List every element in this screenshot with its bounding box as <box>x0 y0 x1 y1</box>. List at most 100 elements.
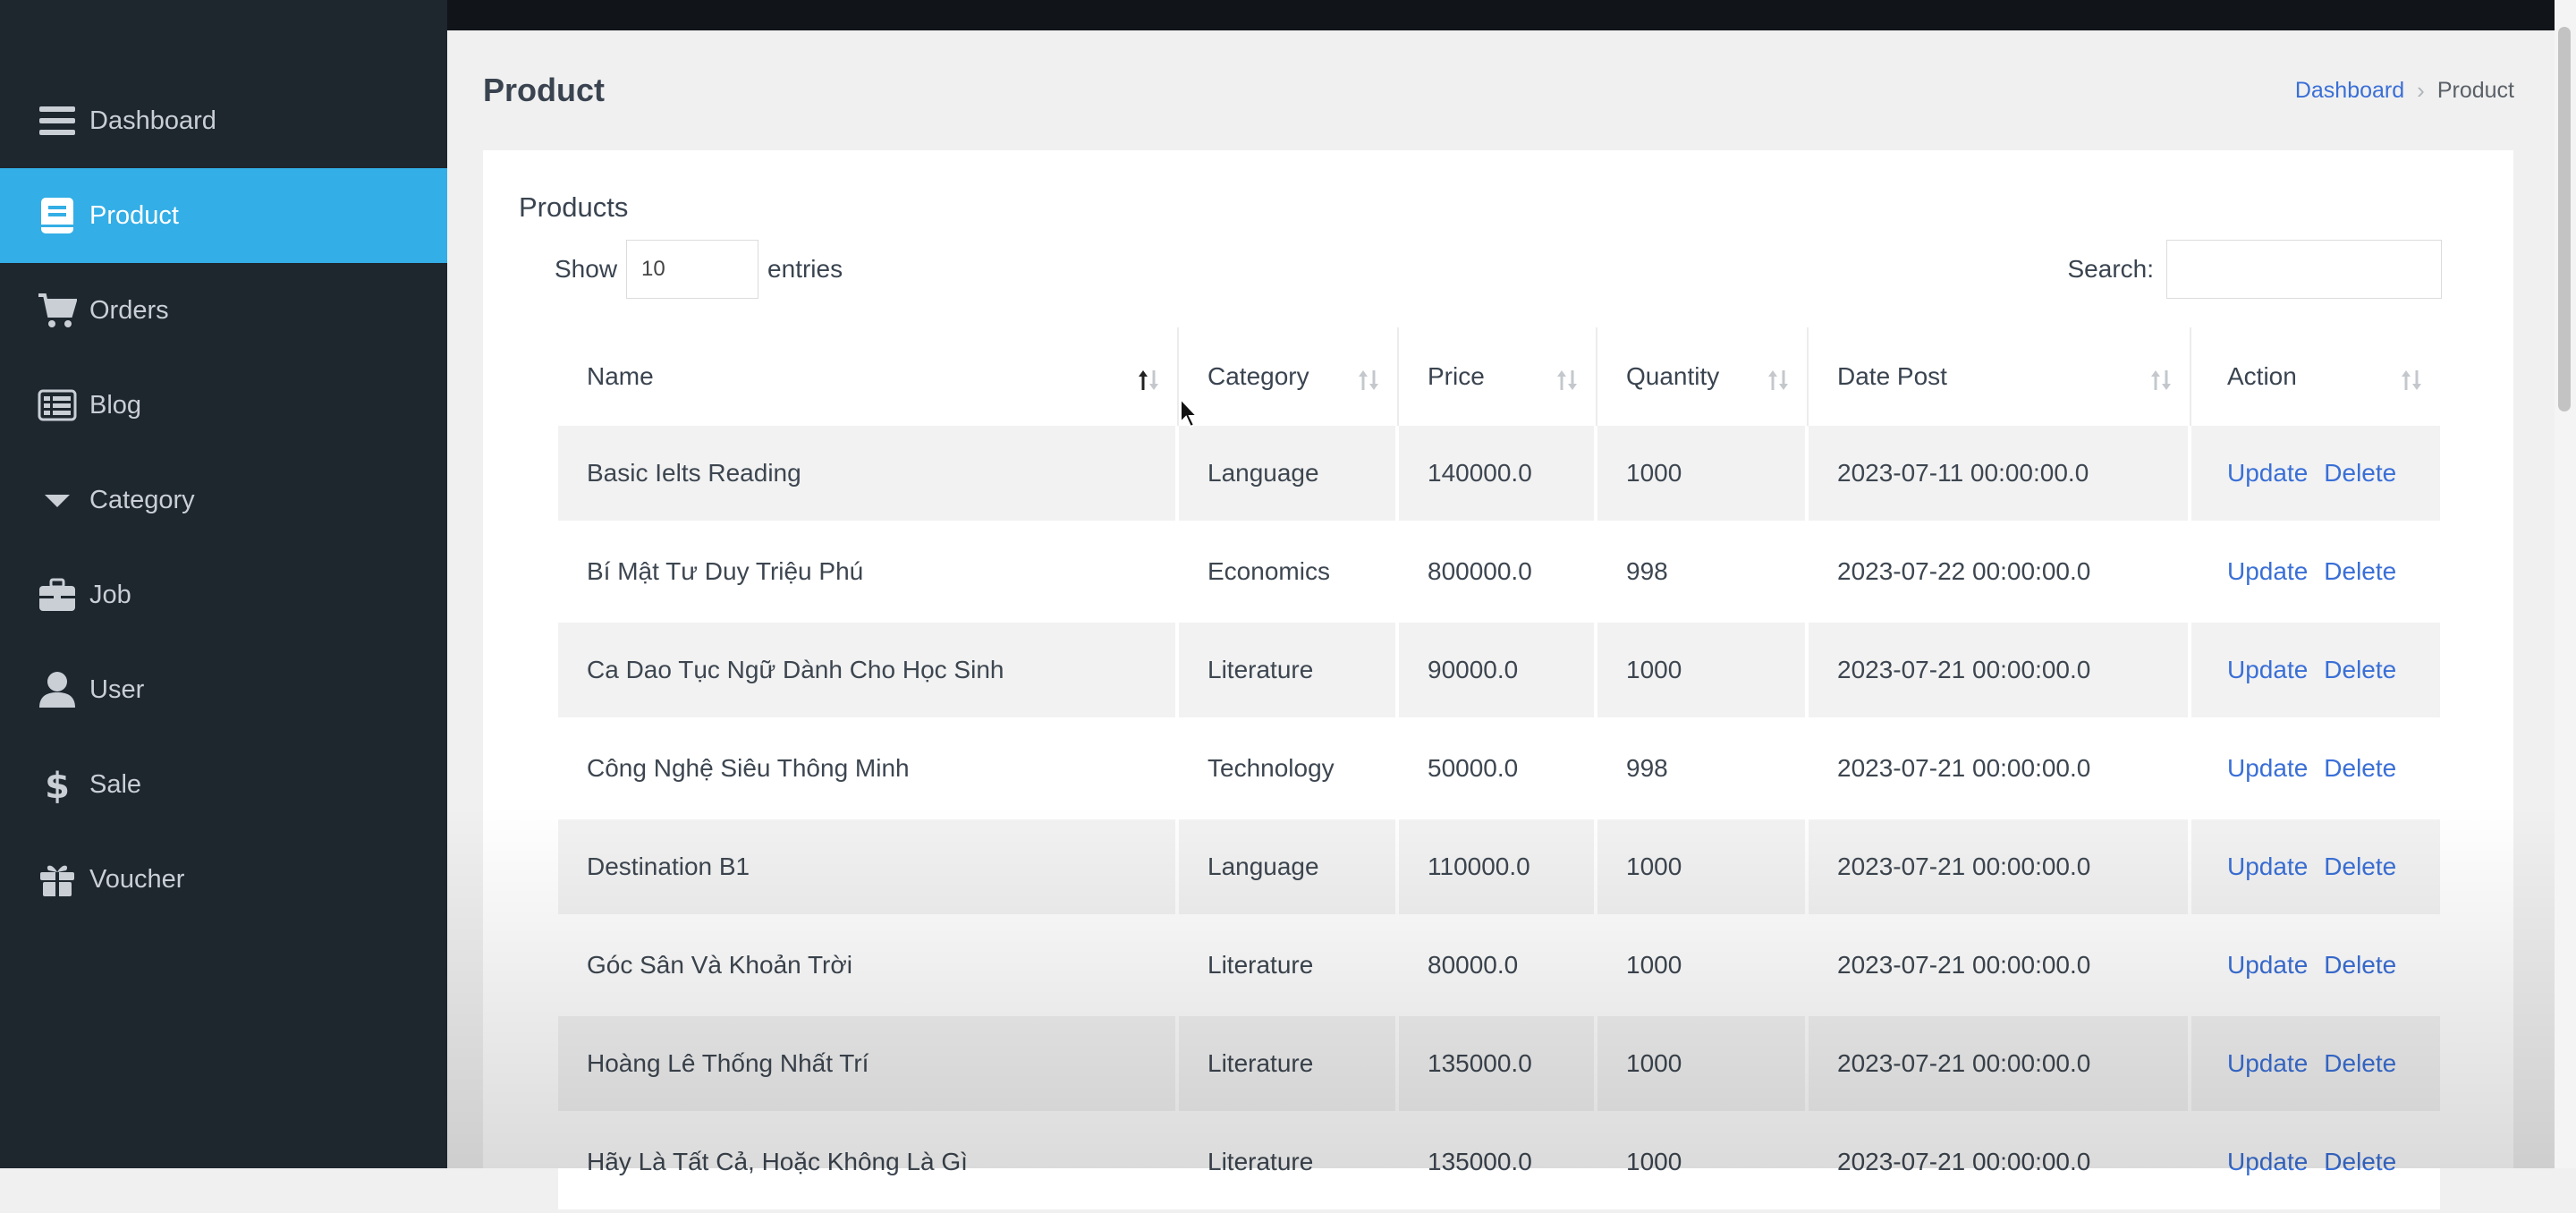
cell-name: Góc Sân Và Khoản Trời <box>558 918 1179 1013</box>
column-header-price[interactable]: Price <box>1399 327 1597 426</box>
table-row: Hoàng Lê Thống Nhất Trí Literature 135000.… <box>558 1016 2440 1115</box>
update-link[interactable]: Update <box>2227 459 2308 488</box>
sidebar-item-user[interactable]: User <box>0 642 447 737</box>
delete-link[interactable]: Delete <box>2324 1049 2396 1078</box>
cell-date-post: 2023-07-21 00:00:00.0 <box>1809 1016 2191 1111</box>
sidebar-item-orders[interactable]: Orders <box>0 263 447 358</box>
sidebar-item-label: Category <box>89 485 195 514</box>
products-card: Products Show 10 entries Search: Name Ca… <box>483 150 2513 1209</box>
entries-label: entries <box>767 255 843 283</box>
menu-icon <box>38 101 77 140</box>
cell-action: Update Delete <box>2191 721 2440 816</box>
column-header-name[interactable]: Name <box>558 327 1179 426</box>
table-body: Basic Ielts Reading Language 140000.0 1000 2… <box>558 426 2440 1213</box>
entries-length-control: Show 10 entries <box>555 240 843 299</box>
sort-ascending-icon <box>1139 370 1158 390</box>
sidebar-item-label: Blog <box>89 390 142 420</box>
delete-link[interactable]: Delete <box>2324 557 2396 586</box>
cell-name: Bí Mật Tư Duy Triệu Phú <box>558 524 1179 619</box>
cell-name: Hoàng Lê Thống Nhất Trí <box>558 1016 1179 1111</box>
delete-link[interactable]: Delete <box>2324 852 2396 881</box>
breadcrumb-dashboard-link[interactable]: Dashboard <box>2295 78 2404 104</box>
update-link[interactable]: Update <box>2227 1148 2308 1176</box>
table-row: Ca Dao Tục Ngữ Dành Cho Học Sinh Literatu… <box>558 623 2440 721</box>
cell-name: Destination B1 <box>558 819 1179 914</box>
cell-date-post: 2023-07-11 00:00:00.0 <box>1809 426 2191 521</box>
cell-name: Công Nghệ Siêu Thông Minh <box>558 721 1179 816</box>
sidebar-item-product[interactable]: Product <box>0 168 447 263</box>
cell-quantity: 998 <box>1597 524 1809 619</box>
cell-date-post: 2023-07-21 00:00:00.0 <box>1809 918 2191 1013</box>
chevron-right-icon: › <box>2417 77 2425 104</box>
sidebar-item-job[interactable]: Job <box>0 547 447 642</box>
update-link[interactable]: Update <box>2227 951 2308 980</box>
cart-icon <box>38 291 77 330</box>
cell-category: Technology <box>1179 721 1399 816</box>
cell-quantity: 998 <box>1597 721 1809 816</box>
cell-price: 135000.0 <box>1399 1115 1597 1209</box>
column-header-action[interactable]: Action <box>2191 327 2440 426</box>
sidebar-item-label: User <box>89 674 145 704</box>
cell-category: Language <box>1179 819 1399 914</box>
sidebar-item-voucher[interactable]: Voucher <box>0 832 447 927</box>
column-header-category[interactable]: Category <box>1179 327 1399 426</box>
sidebar: Dashboard Product Orders Blog Category J… <box>0 0 447 1168</box>
sort-icon <box>1768 370 1788 390</box>
cell-action: Update Delete <box>2191 918 2440 1013</box>
cell-price: 140000.0 <box>1399 426 1597 521</box>
column-header-date-post[interactable]: Date Post <box>1809 327 2191 426</box>
gift-icon <box>38 860 77 899</box>
cell-date-post: 2023-07-21 00:00:00.0 <box>1809 819 2191 914</box>
cell-price: 135000.0 <box>1399 1016 1597 1111</box>
cell-quantity: 1000 <box>1597 426 1809 521</box>
cell-name: Basic Ielts Reading <box>558 426 1179 521</box>
table-row: Hãy Là Tất Cả, Hoặc Không Là Gì Literatur… <box>558 1115 2440 1213</box>
update-link[interactable]: Update <box>2227 754 2308 783</box>
book-icon <box>38 196 77 235</box>
delete-link[interactable]: Delete <box>2324 1148 2396 1176</box>
entries-select[interactable]: 10 <box>626 240 759 299</box>
caret-down-icon <box>38 480 77 520</box>
cell-category: Literature <box>1179 623 1399 717</box>
table-header: Name Category Price Quantity Date Post A… <box>558 327 2440 426</box>
scrollbar-thumb[interactable] <box>2558 27 2571 411</box>
sidebar-item-label: Voucher <box>89 864 185 894</box>
cell-name: Hãy Là Tất Cả, Hoặc Không Là Gì <box>558 1115 1179 1209</box>
mouse-cursor-icon <box>1180 397 1199 428</box>
search-input[interactable] <box>2166 240 2442 299</box>
update-link[interactable]: Update <box>2227 656 2308 684</box>
sort-icon <box>1359 370 1378 390</box>
cell-quantity: 1000 <box>1597 623 1809 717</box>
cell-quantity: 1000 <box>1597 1115 1809 1209</box>
sidebar-item-label: Product <box>89 200 179 230</box>
sidebar-item-category[interactable]: Category <box>0 453 447 547</box>
breadcrumb-current: Product <box>2436 78 2514 103</box>
cell-action: Update Delete <box>2191 1016 2440 1111</box>
cell-date-post: 2023-07-21 00:00:00.0 <box>1809 623 2191 717</box>
cell-date-post: 2023-07-21 00:00:00.0 <box>1809 721 2191 816</box>
sidebar-item-label: Sale <box>89 769 142 799</box>
cell-category: Literature <box>1179 1016 1399 1111</box>
show-label: Show <box>555 255 618 283</box>
cell-action: Update Delete <box>2191 524 2440 619</box>
cell-category: Economics <box>1179 524 1399 619</box>
sidebar-item-blog[interactable]: Blog <box>0 358 447 453</box>
sort-icon <box>2402 370 2421 390</box>
delete-link[interactable]: Delete <box>2324 754 2396 783</box>
column-header-quantity[interactable]: Quantity <box>1597 327 1809 426</box>
sort-icon <box>2151 370 2171 390</box>
delete-link[interactable]: Delete <box>2324 459 2396 488</box>
cell-price: 80000.0 <box>1399 918 1597 1013</box>
cell-name: Ca Dao Tục Ngữ Dành Cho Học Sinh <box>558 623 1179 717</box>
cell-action: Update Delete <box>2191 1115 2440 1209</box>
update-link[interactable]: Update <box>2227 852 2308 881</box>
delete-link[interactable]: Delete <box>2324 656 2396 684</box>
sidebar-item-sale[interactable]: $ Sale <box>0 737 447 832</box>
sidebar-item-dashboard[interactable]: Dashboard <box>0 73 447 168</box>
update-link[interactable]: Update <box>2227 1049 2308 1078</box>
search-control: Search: <box>2068 240 2442 299</box>
delete-link[interactable]: Delete <box>2324 951 2396 980</box>
sidebar-item-label: Job <box>89 580 131 609</box>
user-icon <box>38 670 77 709</box>
update-link[interactable]: Update <box>2227 557 2308 586</box>
